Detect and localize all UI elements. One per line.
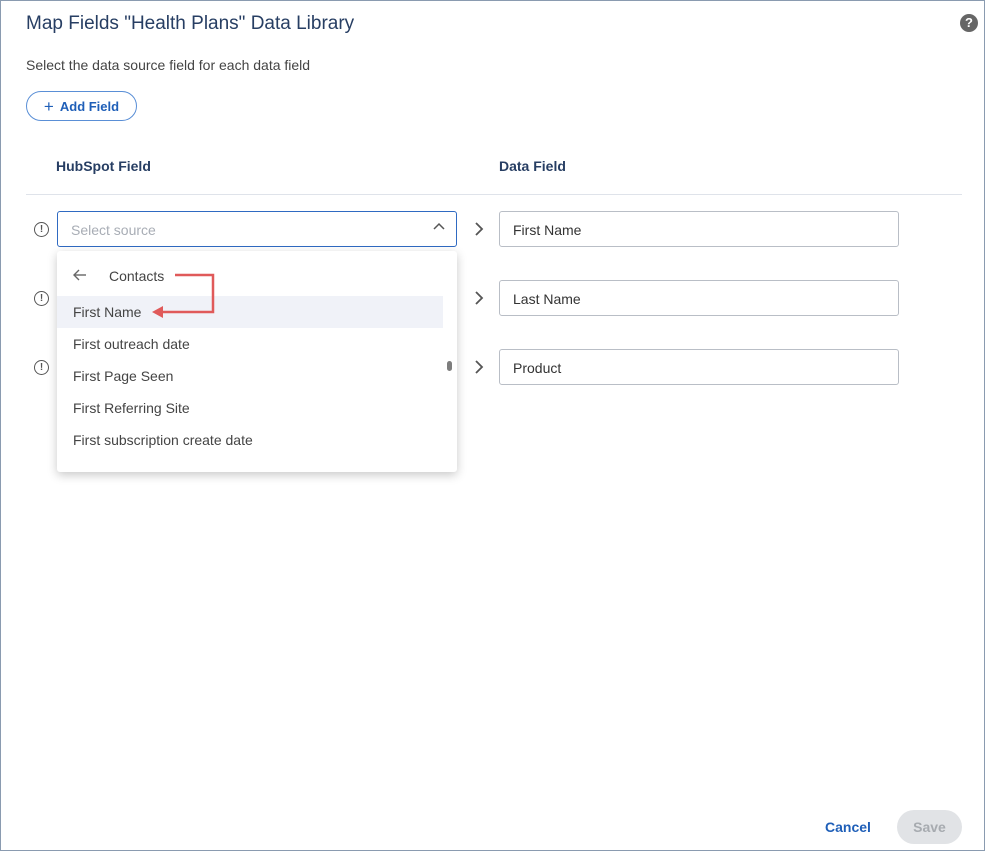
source-dropdown-menu: Contacts First Name First outreach date … (57, 251, 457, 472)
dropdown-option[interactable]: First Referring Site (57, 392, 443, 424)
dropdown-option[interactable]: First outreach date (57, 328, 443, 360)
warning-icon: ! (34, 360, 49, 375)
data-field-value: Product (513, 360, 562, 376)
help-icon[interactable]: ? (960, 14, 978, 32)
data-field-input[interactable]: Last Name (499, 280, 899, 316)
dropdown-group-header[interactable]: Contacts (109, 268, 164, 284)
dropdown-option[interactable]: First Page Seen (57, 360, 443, 392)
source-select[interactable]: Select source (57, 211, 457, 247)
add-field-button[interactable]: + Add Field (26, 91, 137, 121)
column-header-hubspot-field: HubSpot Field (56, 158, 151, 174)
data-field-value: First Name (513, 222, 582, 238)
dropdown-scrollbar[interactable] (447, 361, 452, 371)
data-field-input[interactable]: First Name (499, 211, 899, 247)
data-field-value: Last Name (513, 291, 581, 307)
warning-icon: ! (34, 222, 49, 237)
source-select-placeholder: Select source (71, 222, 156, 238)
chevron-right-icon (475, 291, 484, 305)
dropdown-option[interactable]: First subscription create date (57, 424, 443, 456)
chevron-right-icon (475, 222, 484, 236)
map-fields-dialog: Map Fields "Health Plans" Data Library ?… (0, 0, 985, 851)
arrow-left-icon[interactable] (73, 269, 87, 281)
dialog-title: Map Fields "Health Plans" Data Library (26, 13, 355, 34)
plus-icon: + (43, 96, 54, 116)
add-field-label: Add Field (59, 98, 120, 114)
save-button[interactable]: Save (897, 810, 962, 844)
chevron-right-icon (475, 360, 484, 374)
cancel-button[interactable]: Cancel (825, 819, 871, 835)
chevron-up-icon (433, 222, 445, 230)
dialog-subtitle: Select the data source field for each da… (26, 57, 311, 73)
warning-icon: ! (34, 291, 49, 306)
header-divider (26, 194, 962, 195)
column-header-data-field: Data Field (499, 158, 566, 174)
dropdown-option[interactable]: First Name (57, 296, 443, 328)
data-field-input[interactable]: Product (499, 349, 899, 385)
